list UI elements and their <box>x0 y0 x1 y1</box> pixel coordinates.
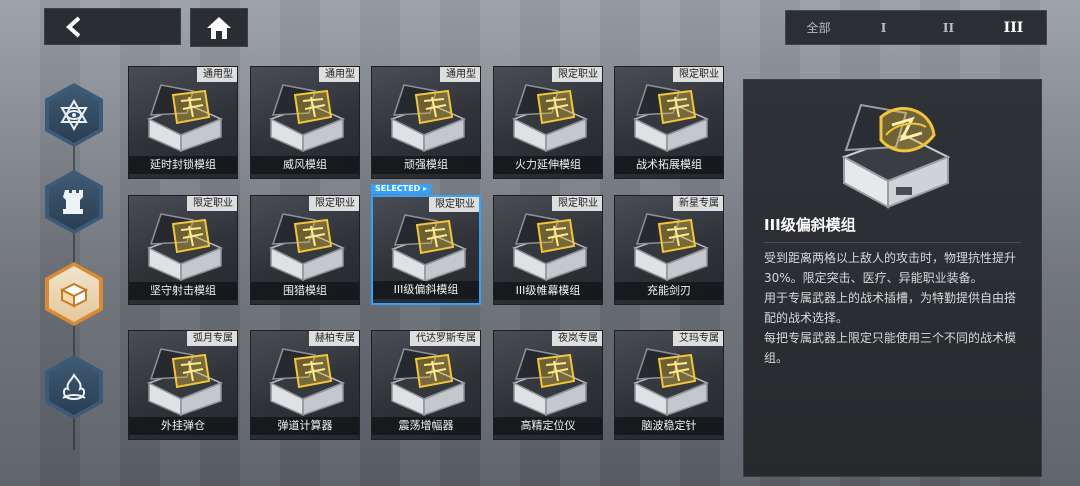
module-card[interactable]: 新星专属充能剑刃 <box>614 195 724 305</box>
module-tag: 代达罗斯专属 <box>410 331 480 346</box>
detail-desc-2: 用于专属武器上的战术插槽，为特勤提供自由搭配的战术选择。 <box>764 291 1017 325</box>
module-tag: 限定职业 <box>309 196 359 211</box>
module-case-icon <box>269 213 345 282</box>
module-tag: 限定职业 <box>552 196 602 211</box>
module-case-icon <box>512 348 588 417</box>
module-case-icon <box>390 84 466 153</box>
module-tag: 弧月专属 <box>187 331 237 346</box>
module-card[interactable]: 限定职业围猎模组 <box>250 195 360 305</box>
module-case-icon <box>390 348 466 417</box>
module-case-icon <box>147 84 223 153</box>
module-card[interactable]: 限定职业战术拓展模组 <box>614 66 724 179</box>
module-card[interactable]: 限定职业火力延伸模组 <box>493 66 603 179</box>
module-tag: 限定职业 <box>673 67 723 82</box>
detail-description: 受到距离两格以上敌人的攻击时，物理抗性提升30%。限定突击、医疗、异能职业装备。… <box>764 248 1026 368</box>
module-box-icon <box>59 282 89 308</box>
module-card[interactable]: 限定职业 III级帷幕模组 <box>493 195 603 305</box>
detail-panel: III级偏斜模组 受到距离两格以上敌人的攻击时，物理抗性提升30%。限定突击、医… <box>743 79 1042 477</box>
module-name: III级帷幕模组 <box>494 282 602 300</box>
module-name: 火力延伸模组 <box>494 156 602 174</box>
module-tag: 通用型 <box>319 67 359 82</box>
module-card[interactable]: 赫柏专属弹道计算器 <box>250 330 360 440</box>
module-case-icon <box>512 84 588 153</box>
detail-divider <box>764 242 1021 243</box>
home-icon <box>207 16 231 39</box>
module-case-icon <box>512 213 588 282</box>
module-tag: 夜岚专属 <box>552 331 602 346</box>
module-name: 震荡增幅器 <box>372 417 480 435</box>
module-name: 围猎模组 <box>251 282 359 300</box>
module-case-icon <box>147 213 223 282</box>
module-tag: 新星专属 <box>673 196 723 211</box>
module-case-icon <box>391 214 467 283</box>
tier-tab-1[interactable]: I <box>851 11 916 44</box>
chess-rook-icon <box>63 190 83 214</box>
module-case-icon <box>633 213 709 282</box>
module-case-icon <box>269 348 345 417</box>
module-tag: 艾玛专属 <box>673 331 723 346</box>
module-card[interactable]: 代达罗斯专属震荡增幅器 <box>371 330 481 440</box>
detail-desc-3: 每把专属武器上限定只能使用三个不同的战术模组。 <box>764 331 1017 365</box>
detail-title: III级偏斜模组 <box>764 216 856 234</box>
module-tag: 限定职业 <box>429 197 479 212</box>
module-name: 脑波稳定针 <box>615 417 723 435</box>
module-case-icon <box>147 348 223 417</box>
module-card[interactable]: 弧月专属外挂弹仓 <box>128 330 238 440</box>
emblem-icon <box>60 99 88 131</box>
back-button[interactable] <box>44 8 181 45</box>
module-card[interactable]: 通用型顽强模组 <box>371 66 481 179</box>
module-name: 弹道计算器 <box>251 417 359 435</box>
module-tag: 通用型 <box>440 67 480 82</box>
module-card[interactable]: 夜岚专属高精定位仪 <box>493 330 603 440</box>
module-name: 战术拓展模组 <box>615 156 723 174</box>
module-name: 外挂弹仓 <box>129 417 237 435</box>
module-tag: 限定职业 <box>552 67 602 82</box>
module-case-icon <box>633 348 709 417</box>
module-case-icon <box>269 84 345 153</box>
module-card[interactable]: 艾玛专属脑波稳定针 <box>614 330 724 440</box>
tier-tab-2[interactable]: II <box>916 11 981 44</box>
tier-filter: 全部 I II III <box>785 10 1047 45</box>
detail-desc-1: 受到距离两格以上敌人的攻击时，物理抗性提升30%。限定突击、医疗、异能职业装备。 <box>764 251 1017 285</box>
module-name: 顽强模组 <box>372 156 480 174</box>
module-card[interactable]: 限定职业 III级偏斜模组 <box>371 195 481 305</box>
module-card[interactable]: 通用型威风模组 <box>250 66 360 179</box>
module-name: 高精定位仪 <box>494 417 602 435</box>
module-card[interactable]: 通用型延时封锁模组 <box>128 66 238 179</box>
tier-tab-all[interactable]: 全部 <box>786 11 851 44</box>
flame-icon <box>62 373 86 400</box>
tier-tab-3[interactable]: III <box>981 11 1046 44</box>
back-chevron-icon <box>66 16 81 37</box>
home-button[interactable] <box>190 8 248 47</box>
module-name: 威风模组 <box>251 156 359 174</box>
module-tag: 限定职业 <box>187 196 237 211</box>
module-tag: 通用型 <box>197 67 237 82</box>
module-name: III级偏斜模组 <box>373 281 479 299</box>
selected-label: SELECTED ▸ <box>371 184 432 194</box>
module-case-large-icon <box>841 103 951 209</box>
module-card[interactable]: 限定职业坚守射击模组 <box>128 195 238 305</box>
module-name: 坚守射击模组 <box>129 282 237 300</box>
module-name: 延时封锁模组 <box>129 156 237 174</box>
module-tag: 赫柏专属 <box>309 331 359 346</box>
module-case-icon <box>633 84 709 153</box>
module-name: 充能剑刃 <box>615 282 723 300</box>
